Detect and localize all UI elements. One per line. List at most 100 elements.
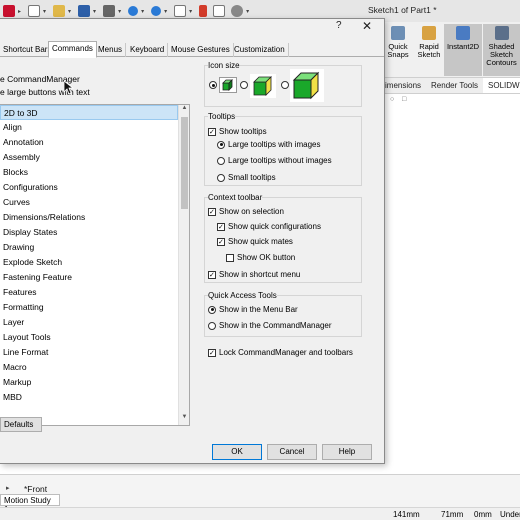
list-item[interactable]: Curves — [0, 195, 178, 210]
show-tooltips-checkbox[interactable]: Show tooltips — [208, 127, 267, 136]
ok-button[interactable]: OK — [212, 444, 262, 460]
tab-customization[interactable]: Customization — [231, 43, 289, 57]
rebuild-icon[interactable] — [199, 5, 208, 17]
radio-unselected[interactable] — [217, 156, 225, 165]
icon-size-large-preview[interactable] — [290, 69, 324, 102]
tab-dimensions[interactable]: imensions — [380, 78, 426, 93]
tab-render-tools[interactable]: Render Tools — [426, 78, 483, 93]
tab-commands[interactable]: Commands — [48, 41, 97, 58]
list-item[interactable]: Formatting — [0, 300, 178, 315]
radio-selected[interactable] — [209, 81, 217, 89]
chevron-down-icon[interactable]: ▾ — [93, 8, 96, 15]
defaults-button[interactable]: Defaults — [0, 417, 42, 432]
checkbox[interactable] — [208, 127, 216, 136]
select-arrow-icon[interactable] — [174, 5, 187, 17]
list-item[interactable]: Layout Tools — [0, 330, 178, 345]
show-quick-mates-checkbox[interactable]: Show quick mates — [217, 237, 293, 246]
help-icon[interactable]: ? — [336, 20, 342, 31]
chevron-down-icon[interactable]: ▾ — [118, 8, 121, 15]
list-item[interactable]: Display States — [0, 225, 178, 240]
radio-unselected[interactable] — [217, 173, 225, 182]
icon-size-small-preview[interactable] — [219, 77, 237, 93]
radio-unselected[interactable] — [281, 81, 289, 89]
instant2d-icon — [456, 26, 470, 40]
help-button[interactable]: Help — [322, 444, 372, 460]
list-item[interactable]: Markup — [0, 375, 178, 390]
show-ok-button-checkbox[interactable]: Show OK button — [226, 253, 295, 262]
checkbox[interactable] — [226, 253, 234, 262]
radio-unselected[interactable] — [208, 321, 216, 330]
list-scrollbar[interactable]: ▲ ▼ — [178, 105, 189, 425]
chevron-down-icon[interactable]: ▾ — [141, 8, 144, 15]
radio-selected[interactable] — [217, 140, 225, 149]
icon-size-medium-preview[interactable] — [250, 74, 276, 98]
list-item[interactable]: Blocks — [0, 165, 178, 180]
chevron-down-icon[interactable]: ▾ — [246, 8, 249, 15]
cancel-button[interactable]: Cancel — [267, 444, 317, 460]
shaded-sketch-contours-button[interactable]: Shaded Sketch Contours — [483, 24, 520, 76]
open-file-icon[interactable] — [53, 5, 66, 17]
instant2d-button[interactable]: Instant2D — [444, 24, 482, 76]
list-item[interactable]: Line Format — [0, 345, 178, 360]
show-in-shortcut-menu-checkbox[interactable]: Show in shortcut menu — [208, 270, 300, 279]
list-item[interactable]: Dimensions/Relations — [0, 210, 178, 225]
tab-mouse-gestures[interactable]: Mouse Gestures — [168, 43, 234, 57]
large-tooltips-no-images-radio[interactable]: Large tooltips without images — [217, 156, 332, 165]
large-tooltips-images-radio[interactable]: Large tooltips with images — [217, 140, 321, 149]
graphics-area[interactable] — [380, 94, 520, 474]
checkbox[interactable] — [217, 237, 225, 246]
options-gear-icon[interactable] — [231, 5, 244, 17]
view-orientation-icon[interactable]: □ — [402, 96, 410, 104]
chevron-down-icon[interactable]: ▾ — [189, 8, 192, 15]
large-buttons-option[interactable]: e large buttons with text — [0, 87, 90, 97]
list-item[interactable]: Align — [0, 120, 178, 135]
checkbox[interactable] — [217, 222, 225, 231]
chevron-down-icon[interactable]: ▾ — [43, 8, 46, 15]
list-item[interactable]: Features — [0, 285, 178, 300]
expand-arrow-icon[interactable]: ▸ — [6, 484, 10, 492]
undo-icon[interactable] — [128, 6, 139, 16]
list-item[interactable]: Annotation — [0, 135, 178, 150]
checkbox[interactable] — [208, 348, 216, 357]
show-quick-configurations-checkbox[interactable]: Show quick configurations — [217, 222, 321, 231]
list-item[interactable]: Explode Sketch — [0, 255, 178, 270]
checkbox[interactable] — [208, 270, 216, 279]
save-icon[interactable] — [78, 5, 91, 17]
new-file-icon[interactable] — [28, 5, 41, 17]
list-item[interactable]: MBD — [0, 390, 178, 405]
close-icon[interactable]: ✕ — [362, 19, 372, 33]
file-properties-icon[interactable] — [213, 5, 226, 17]
quick-snaps-button[interactable]: Quick Snaps — [383, 24, 413, 76]
show-in-commandmanager-radio[interactable]: Show in the CommandManager — [208, 321, 332, 330]
list-item[interactable]: Fastening Feature — [0, 270, 178, 285]
scroll-thumb[interactable] — [181, 117, 188, 209]
scroll-down-icon[interactable]: ▼ — [179, 414, 189, 424]
radio-selected[interactable] — [208, 305, 216, 314]
tab-solidworks-addins[interactable]: SOLIDWOR — [483, 78, 520, 93]
tab-motion-study[interactable]: Motion Study 1 — [0, 494, 60, 514]
show-on-selection-checkbox[interactable]: Show on selection — [208, 207, 284, 216]
feature-tree-item-front[interactable]: *Front — [24, 484, 47, 494]
toolbar-list[interactable]: 2D to 3D Align Annotation Assembly Block… — [0, 104, 190, 426]
list-item[interactable]: Drawing — [0, 240, 178, 255]
tab-keyboard[interactable]: Keyboard — [127, 43, 169, 57]
small-tooltips-radio[interactable]: Small tooltips — [217, 173, 276, 182]
chevron-down-icon[interactable]: ▾ — [164, 8, 167, 15]
list-item[interactable]: Configurations — [0, 180, 178, 195]
checkbox[interactable] — [208, 207, 216, 216]
print-icon[interactable] — [103, 5, 116, 17]
show-in-menu-bar-radio[interactable]: Show in the Menu Bar — [208, 305, 298, 314]
chevron-down-icon[interactable]: ▾ — [68, 8, 71, 15]
status-sketch-state: Under — [500, 510, 520, 519]
tab-menus[interactable]: Menus — [95, 43, 127, 57]
rapid-sketch-button[interactable]: Rapid Sketch — [414, 24, 444, 76]
list-item[interactable]: 2D to 3D — [0, 105, 178, 120]
list-item[interactable]: Layer — [0, 315, 178, 330]
list-item[interactable]: Assembly — [0, 150, 178, 165]
scroll-up-icon[interactable]: ▲ — [179, 105, 189, 115]
list-item[interactable]: Macro — [0, 360, 178, 375]
radio-unselected[interactable] — [240, 81, 248, 89]
zoom-icon[interactable]: ○ — [390, 96, 398, 104]
redo-icon[interactable] — [151, 6, 162, 16]
lock-commandmanager-checkbox[interactable]: Lock CommandManager and toolbars — [208, 348, 353, 357]
